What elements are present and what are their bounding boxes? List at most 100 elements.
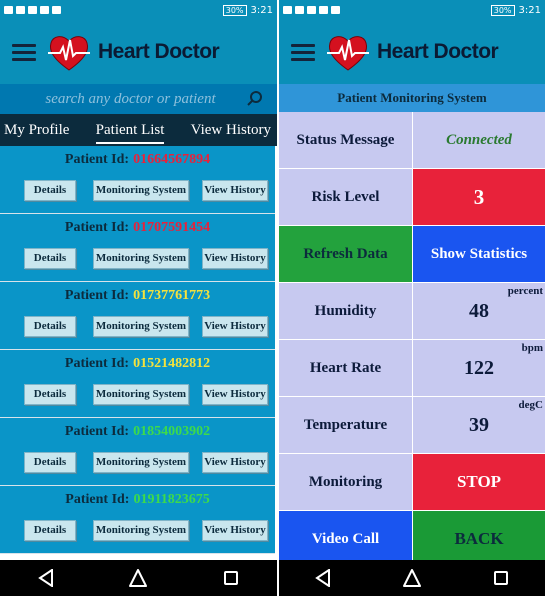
tab-my-profile[interactable]: My Profile xyxy=(4,118,69,143)
details-button[interactable]: Details xyxy=(24,248,76,269)
monitoring-header: Patient Monitoring System xyxy=(279,84,545,112)
heart-rate-value: 122 xyxy=(464,356,494,379)
actions-row: Refresh Data Show Statistics xyxy=(279,226,545,282)
details-button[interactable]: Details xyxy=(24,316,76,337)
status-bar: 30% 3:21 xyxy=(279,0,545,20)
patient-id-line: Patient Id: 01521482812 xyxy=(0,356,275,372)
patient-id-line: Patient Id: 01911823675 xyxy=(0,492,275,508)
monitoring-system-button[interactable]: Monitoring System xyxy=(93,452,189,473)
heart-pulse-icon xyxy=(48,36,90,71)
show-statistics-button[interactable]: Show Statistics xyxy=(413,226,545,282)
view-history-button[interactable]: View History xyxy=(202,248,268,269)
monitoring-system-button[interactable]: Monitoring System xyxy=(93,520,189,541)
temperature-row: Temperature 39 degC xyxy=(279,397,545,453)
monitoring-system-button[interactable]: Monitoring System xyxy=(93,384,189,405)
details-button[interactable]: Details xyxy=(24,520,76,541)
search-icon[interactable] xyxy=(241,85,269,113)
patient-card: Patient Id: 01911823675 Details Monitoring … xyxy=(0,486,275,553)
monitoring-grid: Status Message Connected Risk Level 3 Re… xyxy=(279,112,545,568)
recents-icon[interactable] xyxy=(486,563,516,593)
patient-id-line: Patient Id: 01737761773 xyxy=(0,288,275,304)
recents-icon[interactable] xyxy=(216,563,246,593)
patient-id-value: 01707591454 xyxy=(133,220,211,235)
view-history-button[interactable]: View History xyxy=(202,520,268,541)
bottom-row: Video Call BACK xyxy=(279,511,545,567)
patient-id-value: 01521482812 xyxy=(133,356,211,371)
patient-id-line: Patient Id: 01707591454 xyxy=(0,220,275,236)
patient-id-value: 01911823675 xyxy=(133,492,210,507)
monitoring-system-button[interactable]: Monitoring System xyxy=(93,316,189,337)
nav-bar xyxy=(0,560,277,596)
patient-id-label: Patient Id: xyxy=(64,220,130,235)
app-bar: Heart Doctor xyxy=(0,20,277,84)
clock: 3:21 xyxy=(518,4,541,16)
tab-view-history[interactable]: View History xyxy=(191,118,271,143)
home-icon[interactable] xyxy=(123,563,153,593)
tab-bar: My Profile Patient List View History xyxy=(0,114,277,146)
hamburger-icon[interactable] xyxy=(291,43,315,61)
patient-card: Patient Id: 01737761773 Details Monitoring … xyxy=(0,282,275,349)
back-button[interactable]: BACK xyxy=(413,511,545,567)
status-bar: 30% 3:21 xyxy=(0,0,277,20)
temperature-value: 39 xyxy=(469,413,489,436)
patient-id-line: Patient Id: 01854003902 xyxy=(0,424,275,440)
patient-id-label: Patient Id: xyxy=(64,424,130,439)
risk-value: 3 xyxy=(413,169,545,225)
battery-icon: 30% xyxy=(490,4,515,16)
notification-icons xyxy=(283,6,340,14)
monitoring-system-button[interactable]: Monitoring System xyxy=(93,248,189,269)
left-screen-patient-list: 30% 3:21 Heart Doctor My Profile Patient… xyxy=(0,0,277,596)
risk-label: Risk Level xyxy=(279,169,412,225)
app-title: Heart Doctor xyxy=(98,40,220,63)
monitoring-system-button[interactable]: Monitoring System xyxy=(93,180,189,201)
hamburger-icon[interactable] xyxy=(12,43,36,61)
stop-button[interactable]: STOP xyxy=(413,454,545,510)
heart-rate-cell: 122 bpm xyxy=(413,340,545,396)
battery-icon: 30% xyxy=(222,4,247,16)
back-icon[interactable] xyxy=(308,563,338,593)
patient-card: Patient Id: 01521482812 Details Monitoring … xyxy=(0,350,275,417)
status-value: Connected xyxy=(413,112,545,168)
view-history-button[interactable]: View History xyxy=(202,384,268,405)
view-history-button[interactable]: View History xyxy=(202,452,268,473)
patient-id-line: Patient Id: 01664567894 xyxy=(0,152,275,168)
humidity-value: 48 xyxy=(469,299,489,322)
heart-pulse-icon xyxy=(327,36,369,71)
humidity-label: Humidity xyxy=(279,283,412,339)
humidity-row: Humidity 48 percent xyxy=(279,283,545,339)
temperature-label: Temperature xyxy=(279,397,412,453)
heart-rate-row: Heart Rate 122 bpm xyxy=(279,340,545,396)
heart-rate-label: Heart Rate xyxy=(279,340,412,396)
risk-row: Risk Level 3 xyxy=(279,169,545,225)
patient-id-value: 01854003902 xyxy=(133,424,211,439)
tab-patient-list[interactable]: Patient List xyxy=(95,118,164,144)
details-button[interactable]: Details xyxy=(24,452,76,473)
status-row: Status Message Connected xyxy=(279,112,545,168)
patient-card: Patient Id: 01854003902 Details Monitoring … xyxy=(0,418,275,485)
view-history-button[interactable]: View History xyxy=(202,180,268,201)
notification-icons xyxy=(4,6,61,14)
back-icon[interactable] xyxy=(31,563,61,593)
patient-card: Patient Id: 01707591454 Details Monitoring … xyxy=(0,214,275,281)
humidity-cell: 48 percent xyxy=(413,283,545,339)
right-screen-monitoring: 30% 3:21 Heart Doctor Patient Monitoring… xyxy=(279,0,545,596)
patient-id-label: Patient Id: xyxy=(64,356,130,371)
patient-id-label: Patient Id: xyxy=(64,288,130,303)
refresh-data-button[interactable]: Refresh Data xyxy=(279,226,412,282)
details-button[interactable]: Details xyxy=(24,180,76,201)
patient-card: Patient Id: 01664567894 Details Monitoring … xyxy=(0,146,275,213)
home-icon[interactable] xyxy=(397,563,427,593)
view-history-button[interactable]: View History xyxy=(202,316,268,337)
humidity-unit: percent xyxy=(507,285,543,297)
video-call-button[interactable]: Video Call xyxy=(279,511,412,567)
patient-id-value: 01737761773 xyxy=(133,288,211,303)
nav-bar xyxy=(279,560,545,596)
patient-id-label: Patient Id: xyxy=(64,152,130,167)
patient-id-value: 01664567894 xyxy=(133,152,211,167)
temperature-cell: 39 degC xyxy=(413,397,545,453)
patient-list: Patient Id: 01664567894 Details Monitoring … xyxy=(0,146,275,554)
details-button[interactable]: Details xyxy=(24,384,76,405)
search-input[interactable] xyxy=(0,90,241,108)
heart-rate-unit: bpm xyxy=(521,342,543,354)
app-bar: Heart Doctor xyxy=(279,20,545,84)
